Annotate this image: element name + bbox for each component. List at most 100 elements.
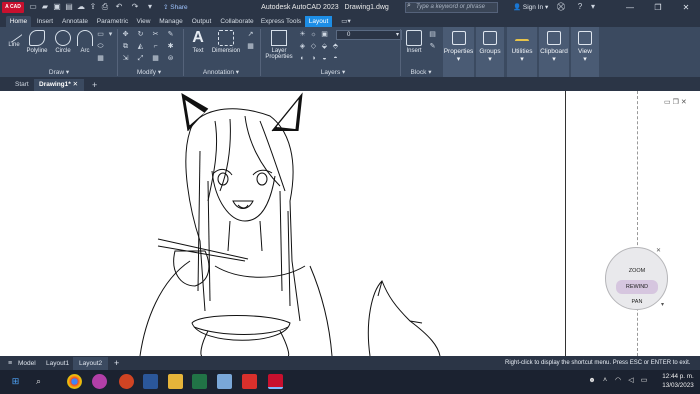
photos-icon[interactable]	[217, 374, 232, 389]
draw-group-title[interactable]: Draw ▾	[5, 68, 113, 77]
new-layout-button[interactable]: +	[108, 357, 125, 370]
block-group-title[interactable]: Block ▾	[402, 68, 440, 77]
scale-icon[interactable]: ⤢	[136, 54, 145, 63]
circle-button[interactable]: Circle	[53, 30, 73, 54]
new-file-icon[interactable]: ▭	[28, 2, 38, 12]
save-icon[interactable]: ▣	[52, 2, 62, 12]
rectangle-icon[interactable]: ▭	[96, 30, 105, 39]
tab-layout2[interactable]: Layout2	[73, 357, 109, 370]
rewind-wedge[interactable]: REWIND	[616, 280, 658, 294]
user-tray-icon[interactable]: ☻	[587, 376, 597, 386]
chevron-down-icon[interactable]: ▾	[661, 301, 664, 308]
layer-lock-icon[interactable]: ▣	[320, 30, 329, 39]
battery-icon[interactable]: ▭	[639, 376, 649, 386]
powerpoint-icon[interactable]	[119, 374, 134, 389]
close-tab-icon[interactable]: ✕	[73, 81, 78, 88]
clock[interactable]: 12:44 p. m. 13/03/2023	[658, 372, 698, 392]
share-button[interactable]: ⇪ Share	[163, 2, 188, 13]
polyline-button[interactable]: Polyline	[24, 30, 50, 54]
hatch-icon[interactable]: ▦	[96, 54, 105, 63]
autocad-taskbar-icon[interactable]	[268, 374, 283, 389]
offset-icon[interactable]: ⊜	[166, 54, 175, 63]
minimize-icon[interactable]: —	[620, 0, 640, 15]
search-input[interactable]: Type a keyword or phrase	[405, 2, 498, 13]
view-button[interactable]: View ▾	[571, 27, 599, 77]
insert-button[interactable]: Insert	[404, 30, 424, 54]
layer-freeze-icon[interactable]: ☼	[309, 30, 318, 39]
autocad-logo[interactable]: A CAD	[2, 2, 24, 13]
pan-wedge[interactable]: PAN	[616, 297, 658, 307]
rotate-icon[interactable]: ↻	[136, 30, 145, 39]
trim-icon[interactable]: ✂	[151, 30, 160, 39]
explode-icon[interactable]: ✱	[166, 42, 175, 51]
tab-model[interactable]: Model	[12, 357, 42, 370]
save-as-icon[interactable]: ▤	[64, 2, 74, 12]
navigation-wheel[interactable]: ZOOM REWIND PAN	[605, 247, 668, 310]
cloud-save-icon[interactable]: ⇪	[88, 2, 98, 12]
layer-dropdown[interactable]: 0 ▾	[336, 30, 402, 40]
utilities-button[interactable]: Utilities ▾	[507, 27, 537, 77]
layers-group-title[interactable]: Layers ▾	[264, 68, 402, 77]
new-tab-button[interactable]: +	[87, 79, 102, 91]
tab-drawing1[interactable]: Drawing1* ✕	[34, 79, 84, 91]
chevron-up-icon[interactable]: ˄	[600, 376, 610, 386]
mirror-icon[interactable]: ◭	[136, 42, 145, 51]
erase-icon[interactable]: ✎	[166, 30, 175, 39]
undo-icon[interactable]: ↶	[114, 2, 124, 12]
excel-icon[interactable]	[192, 374, 207, 389]
ribbon-minimize-toggle[interactable]: ▭▾	[338, 16, 354, 27]
clipboard-button[interactable]: Clipboard ▾	[539, 27, 569, 77]
layer-current-icon[interactable]: ⬘	[331, 42, 340, 51]
tab-collaborate[interactable]: Collaborate	[217, 16, 257, 27]
wifi-icon[interactable]: ◠	[613, 376, 623, 386]
modify-group-title[interactable]: Modify ▾	[119, 68, 179, 77]
cloud-open-icon[interactable]: ☁	[76, 2, 86, 12]
tab-layout[interactable]: Layout	[305, 16, 332, 27]
cart-icon[interactable]: ⛒	[556, 2, 566, 12]
move-icon[interactable]: ✥	[121, 30, 130, 39]
layer-unlock-icon[interactable]: ◒	[320, 54, 329, 63]
layer-isolate-icon[interactable]: ◈	[298, 42, 307, 51]
line-button[interactable]: Line	[5, 26, 23, 48]
create-block-icon[interactable]: ▤	[428, 30, 437, 39]
layer-properties-button[interactable]: Layer Properties	[264, 30, 294, 60]
tab-manage[interactable]: Manage	[156, 16, 186, 27]
layer-unisolate-icon[interactable]: ◇	[309, 42, 318, 51]
open-folder-icon[interactable]: ▰	[40, 2, 50, 12]
layer-off-icon[interactable]: ◐	[298, 54, 307, 63]
viewport-controls[interactable]: ▭❐✕	[664, 98, 689, 106]
tab-start[interactable]: Start	[10, 79, 34, 91]
acrobat-icon[interactable]	[242, 374, 257, 389]
tab-parametric[interactable]: Parametric	[94, 16, 131, 27]
fillet-icon[interactable]: ⌐	[151, 42, 160, 51]
print-icon[interactable]: ⎙	[100, 2, 110, 12]
chrome-icon[interactable]	[67, 374, 82, 389]
app-icon[interactable]	[92, 374, 107, 389]
close-icon[interactable]: ✕	[656, 247, 661, 254]
help-dropdown-icon[interactable]: ▾	[588, 2, 598, 12]
ellipse-icon[interactable]: ⬭	[96, 42, 105, 51]
word-icon[interactable]	[143, 374, 158, 389]
layer-match-icon[interactable]: ⬙	[320, 42, 329, 51]
tab-annotate[interactable]: Annotate	[59, 16, 91, 27]
tab-home[interactable]: Home	[6, 16, 31, 27]
help-icon[interactable]: ?	[575, 2, 585, 12]
groups-button[interactable]: Groups ▾	[476, 27, 504, 77]
dropdown-icon[interactable]: ▾	[106, 30, 115, 39]
redo-icon[interactable]: ↷	[130, 2, 140, 12]
arc-button[interactable]: Arc	[77, 30, 93, 54]
copy-icon[interactable]: ⧉	[121, 42, 130, 51]
dimension-button[interactable]: Dimension	[209, 30, 243, 54]
windows-start-icon[interactable]: ⊞	[8, 374, 23, 389]
tab-insert[interactable]: Insert	[34, 16, 56, 27]
edit-block-icon[interactable]: ✎	[428, 42, 437, 51]
tab-layout1[interactable]: Layout1	[40, 357, 75, 370]
layer-walk-icon[interactable]: ◓	[331, 54, 340, 63]
volume-icon[interactable]: ◁	[626, 376, 636, 386]
quick-access-dropdown-icon[interactable]: ▾	[145, 2, 155, 12]
search-icon[interactable]: ⌕	[31, 374, 46, 389]
array-icon[interactable]: ▦	[151, 54, 160, 63]
close-icon[interactable]: ✕	[676, 0, 696, 15]
layer-on-icon[interactable]: ☀	[298, 30, 307, 39]
tab-express-tools[interactable]: Express Tools	[260, 16, 302, 27]
